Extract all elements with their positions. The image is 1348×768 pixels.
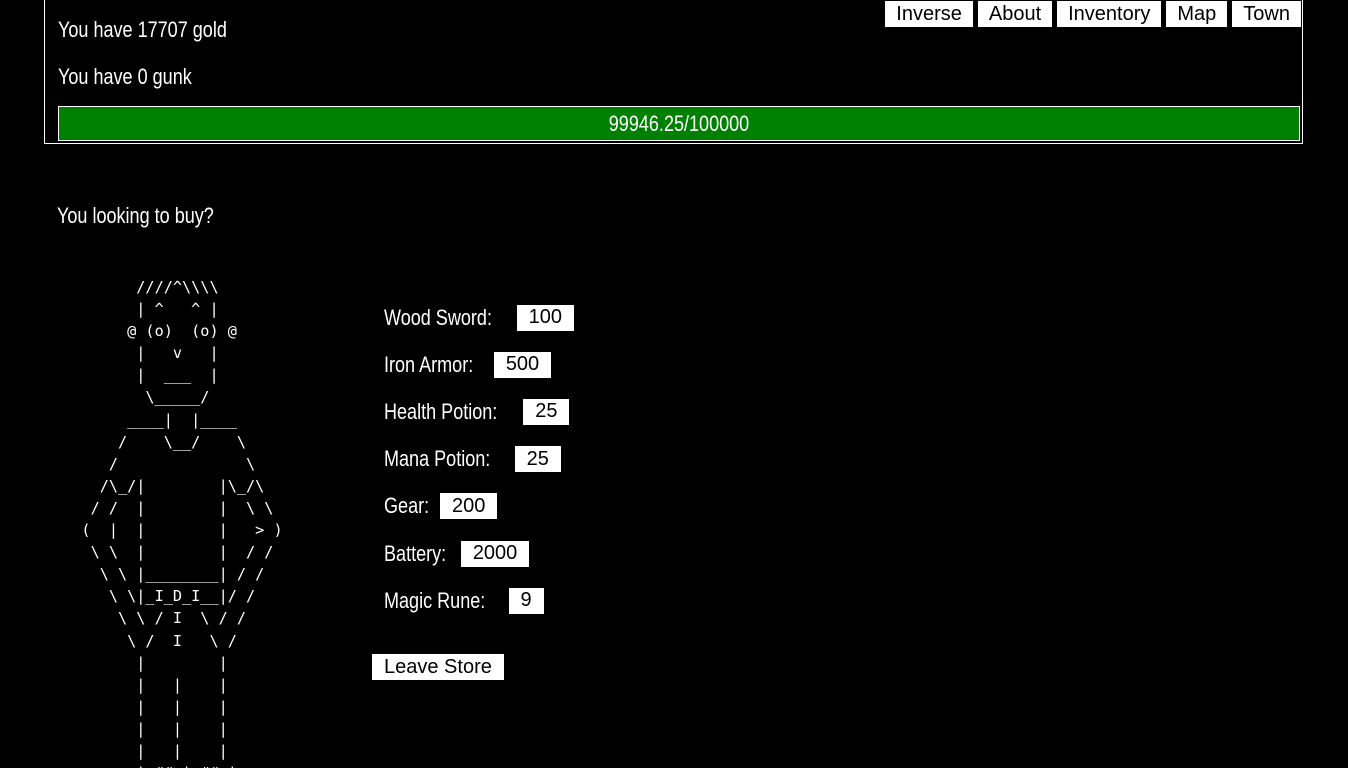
item-name: Battery: — [384, 540, 447, 566]
buy-gear-button[interactable]: 200 — [439, 492, 499, 521]
leave-store-button[interactable]: Leave Store — [371, 653, 505, 681]
gold-count: You have 17707 gold — [58, 17, 227, 42]
shop-prompt: You looking to buy? — [57, 203, 214, 228]
shop-item: Iron Armor: 500 — [384, 341, 575, 388]
shop-item: Magic Rune: 9 — [384, 577, 575, 624]
item-name: Gear: — [384, 493, 430, 519]
buy-wood-sword-button[interactable]: 100 — [515, 303, 576, 332]
shop-item-list: Wood Sword: 100 Iron Armor: 500 Health P… — [384, 294, 576, 624]
shop-item: Battery: 2000 — [384, 530, 575, 577]
item-name: Mana Potion: — [384, 446, 491, 472]
shop-item: Health Potion: 25 — [384, 388, 575, 435]
shop-item: Mana Potion: 25 — [384, 436, 575, 483]
item-name: Wood Sword: — [384, 304, 492, 330]
town-button[interactable]: Town — [1231, 0, 1302, 28]
top-nav: Inverse About Inventory Map Town — [884, 0, 1302, 28]
shop-item: Gear: 200 — [384, 483, 575, 530]
shop-item: Wood Sword: 100 — [384, 294, 576, 341]
buy-iron-armor-button[interactable]: 500 — [492, 350, 553, 379]
shopkeeper-ascii-art: ////^\\\\ | ^ ^ | @ (o) (o) @ | v | | __… — [81, 278, 283, 768]
buy-battery-button[interactable]: 2000 — [459, 539, 531, 568]
item-name: Magic Rune: — [384, 587, 486, 613]
gunk-count: You have 0 gunk — [58, 64, 192, 89]
item-name: Health Potion: — [384, 398, 498, 424]
inverse-button[interactable]: Inverse — [884, 0, 974, 28]
status-panel: You have 17707 gold You have 0 gunk 9994… — [44, 0, 1303, 144]
map-button[interactable]: Map — [1165, 0, 1229, 28]
progress-text: 99946.25/100000 — [608, 111, 750, 136]
buy-health-potion-button[interactable]: 25 — [522, 397, 571, 426]
inventory-button[interactable]: Inventory — [1056, 0, 1163, 28]
buy-mana-potion-button[interactable]: 25 — [513, 445, 562, 474]
about-button[interactable]: About — [976, 0, 1054, 28]
progress-bar: 99946.25/100000 — [58, 106, 1300, 141]
item-name: Iron Armor: — [384, 351, 474, 377]
buy-magic-rune-button[interactable]: 9 — [507, 586, 545, 615]
